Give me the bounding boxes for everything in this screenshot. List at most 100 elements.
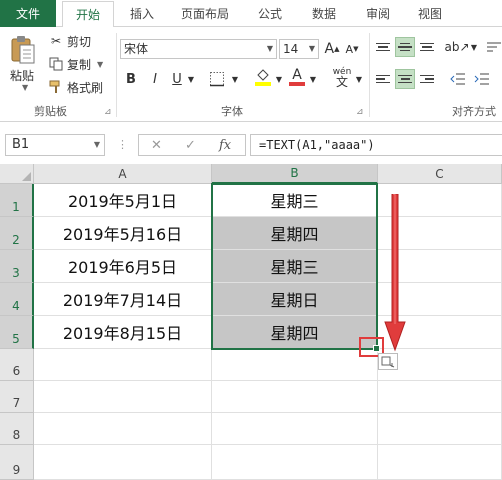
underline-dropdown-icon[interactable]: ▼ [186, 69, 196, 89]
tab-data[interactable]: 数据 [302, 0, 346, 27]
copy-dropdown-icon[interactable]: ▼ [97, 60, 103, 69]
borders-button[interactable] [206, 69, 228, 89]
cell-c9[interactable] [378, 445, 502, 480]
bold-button[interactable]: B [122, 69, 140, 89]
tab-formulas[interactable]: 公式 [248, 0, 292, 27]
tab-review[interactable]: 审阅 [356, 0, 400, 27]
formula-bar: B1 ▼ ⋮ ✕ ✓ fx =TEXT(A1,"aaaa") [0, 130, 502, 158]
column-header-a[interactable]: A [34, 164, 212, 184]
scissors-icon: ✂ [50, 34, 62, 48]
cell-a2[interactable]: 2019年5月16日 [34, 217, 212, 250]
cell-b4[interactable]: 星期日 [212, 283, 378, 316]
insert-function-icon[interactable]: fx [219, 138, 231, 153]
cell-b7[interactable] [212, 381, 378, 413]
font-size-select[interactable]: 14 ▼ [279, 39, 319, 59]
row-header[interactable]: 8 [0, 413, 34, 445]
cell-c7[interactable] [378, 381, 502, 413]
cell-a8[interactable] [34, 413, 212, 445]
group-divider [116, 33, 117, 117]
font-color-icon: A [292, 67, 302, 83]
select-all-button[interactable] [0, 164, 34, 184]
wrap-text-button[interactable] [485, 37, 502, 57]
font-size-value: 14 [283, 42, 299, 56]
cell-a7[interactable] [34, 381, 212, 413]
align-middle-button[interactable] [395, 37, 415, 57]
increase-indent-button[interactable] [471, 69, 493, 89]
format-painter-button[interactable]: 格式刷 [48, 78, 103, 96]
cell-b3[interactable]: 星期三 [212, 250, 378, 283]
auto-fill-options-icon[interactable] [378, 353, 398, 370]
cell-a1[interactable]: 2019年5月1日 [34, 184, 212, 217]
cell-b5[interactable]: 星期四 [212, 316, 378, 349]
check-icon[interactable]: ✓ [185, 138, 196, 153]
cell-a5[interactable]: 2019年8月15日 [34, 316, 212, 349]
resize-handle-icon[interactable]: ⋮ [117, 138, 128, 151]
copy-button[interactable]: 复制 ▼ [48, 55, 103, 73]
paintbrush-icon [48, 79, 64, 95]
phonetic-button[interactable]: wén 文 [329, 67, 355, 88]
fill-handle[interactable] [373, 345, 380, 352]
tab-file[interactable]: 文件 [0, 0, 56, 27]
cell-b8[interactable] [212, 413, 378, 445]
font-color-dropdown-icon[interactable]: ▼ [308, 69, 318, 89]
decrease-indent-button[interactable] [447, 69, 469, 89]
cancel-icon[interactable]: ✕ [151, 138, 162, 153]
cell-b6[interactable] [212, 349, 378, 381]
cell-a3[interactable]: 2019年6月5日 [34, 250, 212, 283]
tab-view[interactable]: 视图 [408, 0, 452, 27]
font-name-select[interactable]: 宋体 ▼ [120, 39, 277, 59]
text-orientation-icon: ab↗ [444, 40, 470, 54]
fill-color-dropdown-icon[interactable]: ▼ [274, 69, 284, 89]
shrink-font-button[interactable]: A ▼ [343, 39, 361, 59]
column-header-b[interactable]: B [212, 164, 378, 184]
row-header[interactable]: 5 [0, 316, 34, 349]
font-color-button[interactable]: A [286, 67, 308, 87]
paste-dropdown-icon[interactable]: ▼ [22, 83, 28, 92]
orientation-dropdown-icon[interactable]: ▼ [469, 37, 479, 57]
paste-icon[interactable] [10, 35, 36, 65]
cell-a4[interactable]: 2019年7月14日 [34, 283, 212, 316]
cell-a6[interactable] [34, 349, 212, 381]
underline-button[interactable]: U [168, 69, 186, 89]
align-right-button[interactable] [417, 69, 437, 89]
align-top-button[interactable] [373, 37, 393, 57]
paste-button[interactable]: 粘贴 [10, 67, 34, 84]
row-header[interactable]: 2 [0, 217, 34, 250]
cell-b1[interactable]: 星期三 [212, 184, 378, 217]
grow-font-button[interactable]: A ▲ [323, 39, 341, 59]
fill-color-button[interactable] [252, 67, 274, 87]
align-center-button[interactable] [395, 69, 415, 89]
tab-insert[interactable]: 插入 [120, 0, 164, 27]
alignment-group-label: 对齐方式 [452, 105, 496, 118]
font-launcher-icon[interactable]: ⊿ [356, 107, 364, 117]
cell-c8[interactable] [378, 413, 502, 445]
down-arrow-annotation [384, 194, 406, 352]
ribbon-home: 粘贴 ▼ ✂ 剪切 复制 ▼ 格式刷 剪贴板 ⊿ 宋体 ▼ 14 ▼ A ▲ A ▼… [0, 27, 502, 122]
formula-controls: ✕ ✓ fx [138, 134, 246, 156]
italic-button[interactable]: I [146, 69, 164, 89]
row-header[interactable]: 3 [0, 250, 34, 283]
row-header[interactable]: 6 [0, 349, 34, 381]
borders-dropdown-icon[interactable]: ▼ [230, 69, 240, 89]
cell-a9[interactable] [34, 445, 212, 480]
align-left-button[interactable] [373, 69, 393, 89]
column-header-c[interactable]: C [378, 164, 502, 184]
name-box[interactable]: B1 ▼ [5, 134, 105, 156]
phonetic-dropdown-icon[interactable]: ▼ [354, 69, 364, 89]
row-header[interactable]: 9 [0, 445, 34, 480]
cell-b9[interactable] [212, 445, 378, 480]
clipboard-launcher-icon[interactable]: ⊿ [104, 107, 112, 117]
tab-home[interactable]: 开始 [62, 1, 114, 28]
row-header[interactable]: 1 [0, 184, 34, 217]
cut-button[interactable]: ✂ 剪切 [48, 32, 91, 50]
shrink-font-icon: A [345, 42, 354, 56]
orientation-button[interactable]: ab↗ [444, 37, 470, 57]
row-header[interactable]: 4 [0, 283, 34, 316]
formula-input[interactable]: =TEXT(A1,"aaaa") [250, 134, 502, 156]
cell-b2[interactable]: 星期四 [212, 217, 378, 250]
tab-page-layout[interactable]: 页面布局 [172, 0, 238, 27]
row-header[interactable]: 7 [0, 381, 34, 413]
align-bottom-button[interactable] [417, 37, 437, 57]
group-divider [369, 33, 370, 117]
worksheet-grid: A B C 1 2 3 4 5 6 7 8 9 2019年5月1日 2019年5… [0, 164, 502, 480]
